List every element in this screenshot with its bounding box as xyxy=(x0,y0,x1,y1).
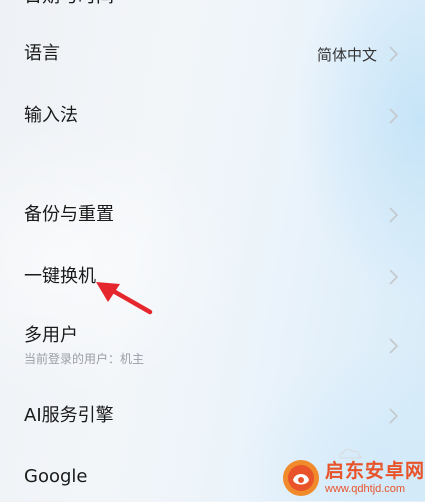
settings-item-multi-user[interactable]: 多用户 当前登录的用户：机主 xyxy=(0,318,425,374)
settings-item-input-method[interactable]: 输入法 xyxy=(0,92,425,140)
annotation-arrow-icon xyxy=(96,282,153,315)
settings-item-label: 输入法 xyxy=(24,105,78,126)
settings-item-backup-reset[interactable]: 备份与重置 xyxy=(0,191,425,239)
settings-item-label: 一键换机 xyxy=(24,266,96,287)
settings-item-date-time[interactable]: 日期与时间 xyxy=(0,0,425,8)
chevron-right-icon xyxy=(387,45,399,63)
chevron-right-icon xyxy=(387,107,399,125)
language-value: 简体中文 xyxy=(316,45,377,64)
settings-item-label: 多用户 xyxy=(24,325,78,346)
settings-item-label: 日期与时间 xyxy=(24,0,399,8)
settings-item-phone-clone[interactable]: 一键换机 xyxy=(0,253,425,301)
settings-item-language[interactable]: 语言 简体中文 xyxy=(0,30,425,78)
settings-item-label: AI服务引擎 xyxy=(24,405,114,426)
chevron-right-icon xyxy=(387,337,399,355)
settings-item-label: 备份与重置 xyxy=(24,204,114,225)
watermark-logo-icon xyxy=(281,458,321,498)
settings-item-ai-engine[interactable]: AI服务引擎 xyxy=(0,392,425,440)
settings-item-subtitle: 当前登录的用户：机主 xyxy=(24,352,145,366)
settings-list: 日期与时间 语言 简体中文 输入法 备份与重置 一键换机 xyxy=(0,0,425,501)
watermark-title: 启东安卓网 xyxy=(325,459,425,482)
settings-item-label: 语言 xyxy=(24,43,60,64)
watermark-url: www.qdhtjd.com xyxy=(325,482,406,495)
chevron-right-icon xyxy=(387,407,399,425)
site-watermark: 启东安卓网 www.qdhtjd.com xyxy=(281,457,424,499)
chevron-right-icon xyxy=(387,206,399,224)
chevron-right-icon xyxy=(387,268,399,286)
